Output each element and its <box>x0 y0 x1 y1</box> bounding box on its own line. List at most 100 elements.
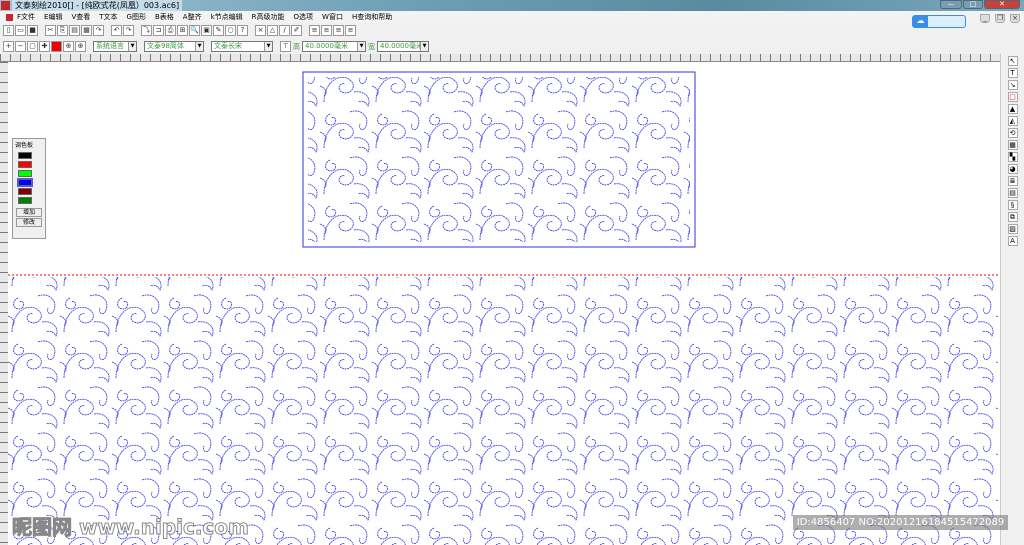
preview-pattern <box>308 77 690 242</box>
save-icon[interactable]: ■ <box>27 25 38 36</box>
drawing-canvas[interactable] <box>8 62 1000 545</box>
paint-tool-icon[interactable]: ◕ <box>1007 164 1018 174</box>
color-icon[interactable] <box>51 41 62 52</box>
layer-tool-icon[interactable]: ▤ <box>1007 188 1018 198</box>
node-tool-icon[interactable]: ↘ <box>1007 80 1018 90</box>
pen-icon[interactable]: ✎ <box>213 25 224 36</box>
design-artwork <box>8 71 1000 545</box>
copy-tool-icon[interactable]: ⧉ <box>1007 212 1018 222</box>
doc-minimize-button[interactable]: _ <box>980 14 990 23</box>
width-field[interactable]: 40.0000毫米 ▼ <box>377 41 429 52</box>
color-swatch[interactable] <box>18 161 32 168</box>
menu-item[interactable]: V查看 <box>71 12 90 22</box>
font-select[interactable]: 文泰98简体 ▼ <box>144 41 204 52</box>
standard-toolbar: ▯ ▭ ■ ✂ ⎘ ▤ ▦ ↷ ↶ ↷ ⤵ ⊐ ⎙ ⊞ 🔍 ▣ ✎ ○? ⨯ △ / ✐ ≡ ≡ ≡ ≡ <box>0 23 1000 38</box>
doc-close-button[interactable]: × <box>1010 14 1020 23</box>
menu-bar: F文件 E编辑 V查看 T文本 G图形 B表格 A整齐 k节点编辑 R高级功能 O选项 W窗口 H查询… <box>0 11 1024 23</box>
minimize-button[interactable]: — <box>940 0 962 9</box>
zoom-box-icon[interactable]: ▢ <box>27 41 38 52</box>
watermark-site: 昵图网 www.nipic.com <box>12 515 250 540</box>
menu-item[interactable]: F文件 <box>17 12 35 22</box>
close-button[interactable]: ✕ <box>984 0 1020 9</box>
tiled-pattern <box>8 277 998 545</box>
height-label: 高 <box>293 42 300 51</box>
vertical-ruler[interactable] <box>0 62 8 545</box>
edit-icon[interactable]: ✐ <box>291 25 302 36</box>
cut-path-icon[interactable]: ⤵ <box>141 25 152 36</box>
add-color-button[interactable]: 增加 <box>16 208 42 217</box>
height-field[interactable]: 40.0000毫米 ▼ <box>302 41 366 52</box>
language-select[interactable]: 系统语言 ▼ <box>93 41 137 52</box>
mirror-icon[interactable]: ⊐ <box>153 25 164 36</box>
doc-icon <box>6 13 13 21</box>
align-right-icon[interactable]: ≡ <box>333 25 344 36</box>
font-toolbar: + − ▢ ✚ ⊕ ⊕ 系统语言 ▼ 文泰98简体 ▼ 文泰长宋 ▼ ⊤ 高 40.0000毫米… <box>0 39 1000 54</box>
paste-icon[interactable]: ▤ <box>69 25 80 36</box>
group-icon[interactable]: ▦ <box>81 25 92 36</box>
align-left-icon[interactable]: ≡ <box>309 25 320 36</box>
menu-item[interactable]: W窗口 <box>322 12 343 22</box>
bulb-icon[interactable]: ○ <box>225 25 236 36</box>
color-swatch[interactable] <box>18 188 32 195</box>
redo-style-icon[interactable]: ↷ <box>93 25 104 36</box>
color-swatch[interactable] <box>18 197 32 204</box>
app-icon <box>1 1 10 10</box>
preview-icon[interactable]: 🔍 <box>189 25 200 36</box>
align-center-icon[interactable]: ≡ <box>321 25 332 36</box>
zoom-out-icon[interactable]: − <box>15 41 26 52</box>
menu-item[interactable]: B表格 <box>155 12 174 22</box>
doc-restore-button[interactable]: ❐ <box>995 14 1005 23</box>
edit-color-button[interactable]: 修改 <box>16 218 42 227</box>
font2-select[interactable]: 文泰长宋 ▼ <box>211 41 273 52</box>
rotate-tool-icon[interactable]: ⟲ <box>1007 128 1018 138</box>
menu-item[interactable]: k节点编辑 <box>211 12 243 22</box>
pan-icon[interactable]: ✚ <box>39 41 50 52</box>
fill-tool-icon[interactable]: ▲ <box>1007 104 1018 114</box>
triangle-icon[interactable]: △ <box>267 25 278 36</box>
select-tool-icon[interactable]: ↖ <box>1007 56 1018 66</box>
color-swatch[interactable] <box>18 152 32 159</box>
menu-item[interactable]: E编辑 <box>44 12 62 22</box>
menu-item[interactable]: T文本 <box>99 12 117 22</box>
pattern-tool-icon[interactable]: ▨ <box>1007 224 1018 234</box>
menu-item[interactable]: H查询和帮助 <box>352 12 392 22</box>
zoom-all-icon[interactable]: ⊕ <box>75 41 86 52</box>
table-tool-icon[interactable]: ▦ <box>1007 140 1018 150</box>
width-label: 宽 <box>368 42 375 51</box>
menu-item[interactable]: G图形 <box>127 12 146 22</box>
lock-ratio-icon[interactable]: ⊤ <box>280 41 291 52</box>
tools-toolbar: ↖ T ↘ □ ▲ ◭ ⟲ ▦ ▚ ◕ ≣ ▤ § ⧉ ▨ A <box>1000 54 1024 545</box>
shape-tool-icon[interactable]: ◭ <box>1007 116 1018 126</box>
rect-tool-icon[interactable]: □ <box>1007 92 1018 102</box>
watermark-id: ID:4856407 NO:20201216184515472089 <box>793 515 1008 530</box>
help-icon[interactable]: ? <box>237 25 248 36</box>
justify-icon[interactable]: ≡ <box>345 25 356 36</box>
copy-icon[interactable]: ⎘ <box>57 25 68 36</box>
zoom-fit-icon[interactable]: ⊕ <box>63 41 74 52</box>
menu-item[interactable]: R高级功能 <box>252 12 285 22</box>
menu-item[interactable]: A整齐 <box>183 12 202 22</box>
zoom-in-icon[interactable]: + <box>3 41 14 52</box>
color-swatch[interactable] <box>18 170 32 177</box>
node-icon[interactable]: ⨯ <box>255 25 266 36</box>
list-tool-icon[interactable]: ≣ <box>1007 176 1018 186</box>
menu-item[interactable]: O选项 <box>294 12 314 22</box>
horizontal-ruler[interactable] <box>0 54 1000 62</box>
palette-title: 调色板 <box>15 142 34 149</box>
undo-icon[interactable]: ↶ <box>111 25 122 36</box>
cut-icon[interactable]: ✂ <box>45 25 56 36</box>
maximize-button[interactable]: □ <box>963 0 983 9</box>
text-effect-tool-icon[interactable]: A <box>1007 236 1018 246</box>
text-tool-icon[interactable]: T <box>1007 68 1018 78</box>
color-tool-icon[interactable]: ▚ <box>1007 152 1018 162</box>
new-icon[interactable]: ▯ <box>3 25 14 36</box>
open-icon[interactable]: ▭ <box>15 25 26 36</box>
weed-tool-icon[interactable]: § <box>1007 200 1018 210</box>
title-bar: 文泰刻绘2010[] - [纯欧式花(凤凰）003.ac6] — □ ✕ <box>0 0 1024 11</box>
plot-icon[interactable]: ⊞ <box>177 25 188 36</box>
line-icon[interactable]: / <box>279 25 290 36</box>
print-icon[interactable]: ⎙ <box>165 25 176 36</box>
color-swatch[interactable] <box>17 178 33 187</box>
frame-icon[interactable]: ▣ <box>201 25 212 36</box>
redo-icon[interactable]: ↷ <box>123 25 134 36</box>
